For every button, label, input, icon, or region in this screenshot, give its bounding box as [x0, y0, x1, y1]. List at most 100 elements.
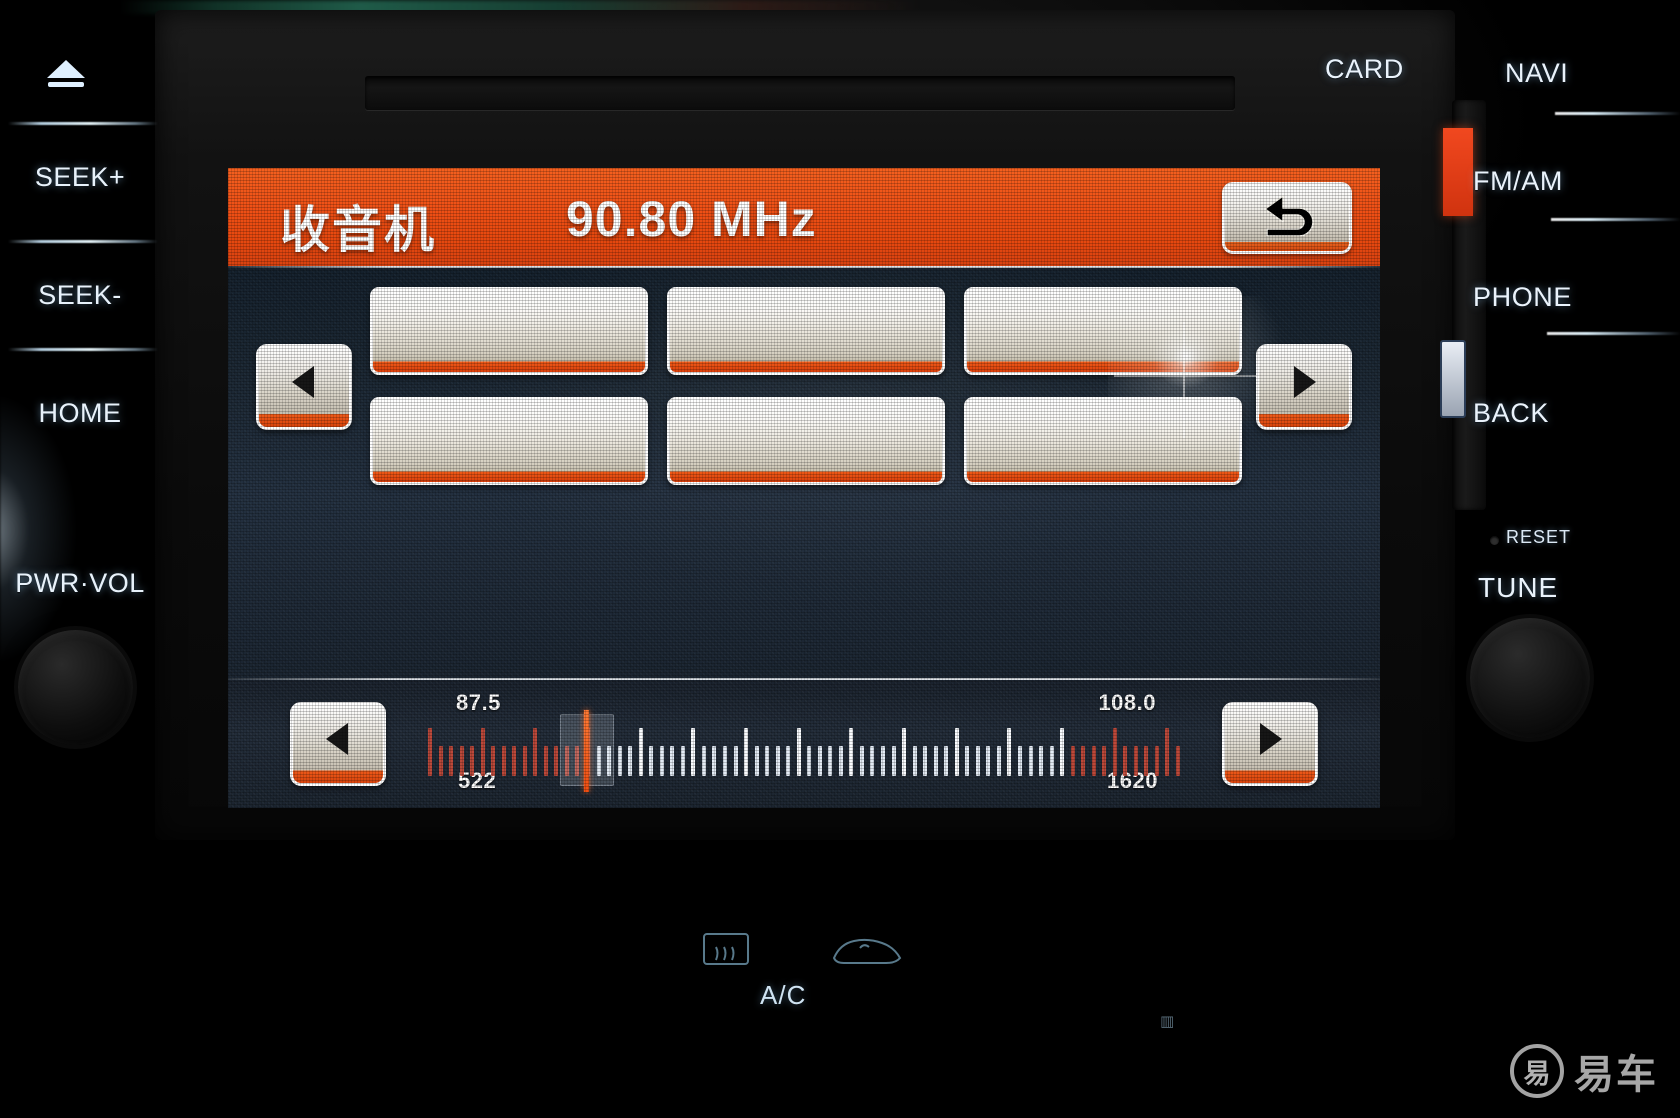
preset-button-5[interactable] — [667, 397, 945, 485]
scale-tick — [1154, 746, 1159, 776]
cd-slot — [365, 76, 1235, 110]
preset-button-3[interactable] — [964, 287, 1242, 375]
scale-tick — [796, 728, 801, 776]
scale-tick — [986, 746, 991, 776]
scale-tick — [691, 728, 696, 776]
scale-tick — [838, 746, 843, 776]
home-button[interactable]: HOME — [0, 398, 160, 429]
seek-minus-button[interactable]: SEEK- — [0, 280, 160, 311]
scale-tick — [638, 728, 643, 776]
preset-button-2[interactable] — [667, 287, 945, 375]
ac-label: A/C — [760, 980, 807, 1010]
scale-tick — [1039, 746, 1044, 776]
scale-tick — [438, 746, 443, 776]
scale-tick — [501, 746, 506, 776]
scale-tick — [1017, 746, 1022, 776]
scale-tick — [944, 746, 949, 776]
scale-tick — [449, 746, 454, 776]
preset-prev-button[interactable] — [256, 344, 352, 430]
scale-tick — [765, 746, 770, 776]
watermark-logo: 易 — [1510, 1044, 1564, 1098]
scale-tick — [543, 746, 548, 776]
scale-tick — [712, 746, 717, 776]
back-arrow-icon — [1253, 194, 1321, 241]
back-button[interactable] — [1222, 182, 1352, 254]
scale-tick — [891, 746, 896, 776]
page-title: 收音机 — [280, 201, 436, 259]
divider — [228, 266, 1380, 268]
scale-tick — [1112, 728, 1117, 776]
scale-tick — [1060, 728, 1065, 776]
climate-panel — [420, 900, 1280, 1100]
lcd-screen[interactable]: 收音机 90.80 MHz 87.5 108.0 522 1620 — [228, 168, 1380, 808]
seek-plus-button[interactable]: SEEK+ — [0, 162, 160, 193]
scale-tick — [480, 728, 485, 776]
triangle-left-icon — [287, 365, 321, 406]
scale-tick — [975, 746, 980, 776]
scale-tick — [733, 746, 738, 776]
frequency-scale[interactable]: 87.5 108.0 522 1620 — [428, 680, 1180, 808]
infotainment-screenshot: SEEK+ SEEK- HOME PWR·VOL CARD NAVI FM/AM… — [0, 0, 1680, 1118]
tune-down-button[interactable] — [290, 702, 386, 786]
scale-tick — [786, 746, 791, 776]
scale-tick — [775, 746, 780, 776]
preset-button-4[interactable] — [370, 397, 648, 485]
scale-tick — [470, 746, 475, 776]
rear-defrost-icon[interactable] — [702, 932, 750, 971]
fm-am-button[interactable]: FM/AM — [1473, 166, 1680, 197]
scale-tick — [859, 746, 864, 776]
scale-tick — [522, 746, 527, 776]
triangle-right-icon — [1287, 365, 1321, 406]
pwr-vol-knob[interactable] — [18, 630, 133, 745]
preset-grid — [370, 287, 1242, 487]
seat-heat-icon: ▥ — [1160, 1013, 1175, 1030]
scale-tick — [881, 746, 885, 776]
scale-tick — [428, 728, 432, 776]
scale-tick — [617, 746, 622, 776]
scale-tick — [680, 746, 685, 776]
screen-header: 收音机 90.80 MHz — [228, 168, 1380, 266]
scale-tick — [659, 746, 664, 776]
preset-button-1[interactable] — [370, 287, 648, 375]
scale-tick — [965, 746, 970, 776]
scale-tick — [870, 746, 875, 776]
scale-tick — [954, 728, 959, 776]
scale-tick — [722, 746, 727, 776]
preset-next-button[interactable] — [1256, 344, 1352, 430]
scale-tick — [1028, 746, 1033, 776]
scale-tick — [923, 746, 928, 776]
eject-icon[interactable] — [44, 58, 88, 92]
scale-tick — [533, 728, 538, 776]
scale-tick — [649, 746, 654, 776]
hw-divider — [8, 122, 158, 125]
scale-tick — [554, 746, 559, 776]
tune-knob[interactable] — [1470, 618, 1590, 738]
scale-tick — [902, 728, 907, 776]
hw-divider — [1555, 112, 1680, 115]
scale-tick — [1144, 746, 1149, 776]
tuner-cursor[interactable] — [584, 710, 590, 792]
scale-ticks — [428, 718, 1180, 776]
phone-button[interactable]: PHONE — [1473, 282, 1680, 313]
scale-tick — [491, 746, 496, 776]
scale-tick — [1007, 728, 1012, 776]
hw-divider — [1551, 218, 1680, 221]
navi-button[interactable]: NAVI — [1505, 58, 1680, 89]
fm-max-label: 108.0 — [1098, 690, 1156, 715]
scale-tick — [828, 746, 833, 776]
hw-divider — [8, 240, 158, 243]
scale-tick — [1123, 746, 1128, 776]
preset-button-6[interactable] — [964, 397, 1242, 485]
scale-tick — [701, 746, 706, 776]
scale-tick — [1070, 746, 1075, 776]
tune-up-button[interactable] — [1222, 702, 1318, 786]
back-hw-button[interactable]: BACK — [1473, 398, 1680, 429]
front-defrost-icon[interactable] — [830, 932, 904, 971]
tuner-strip: 87.5 108.0 522 1620 — [228, 680, 1380, 808]
scale-tick — [670, 746, 675, 776]
reset-pinhole[interactable] — [1490, 536, 1499, 545]
scale-tick — [1165, 728, 1170, 776]
left-hardware-column: SEEK+ SEEK- HOME PWR·VOL — [0, 0, 160, 840]
right-hardware-column: CARD NAVI FM/AM PHONE BACK — [1325, 0, 1680, 860]
scale-tick — [933, 746, 938, 776]
